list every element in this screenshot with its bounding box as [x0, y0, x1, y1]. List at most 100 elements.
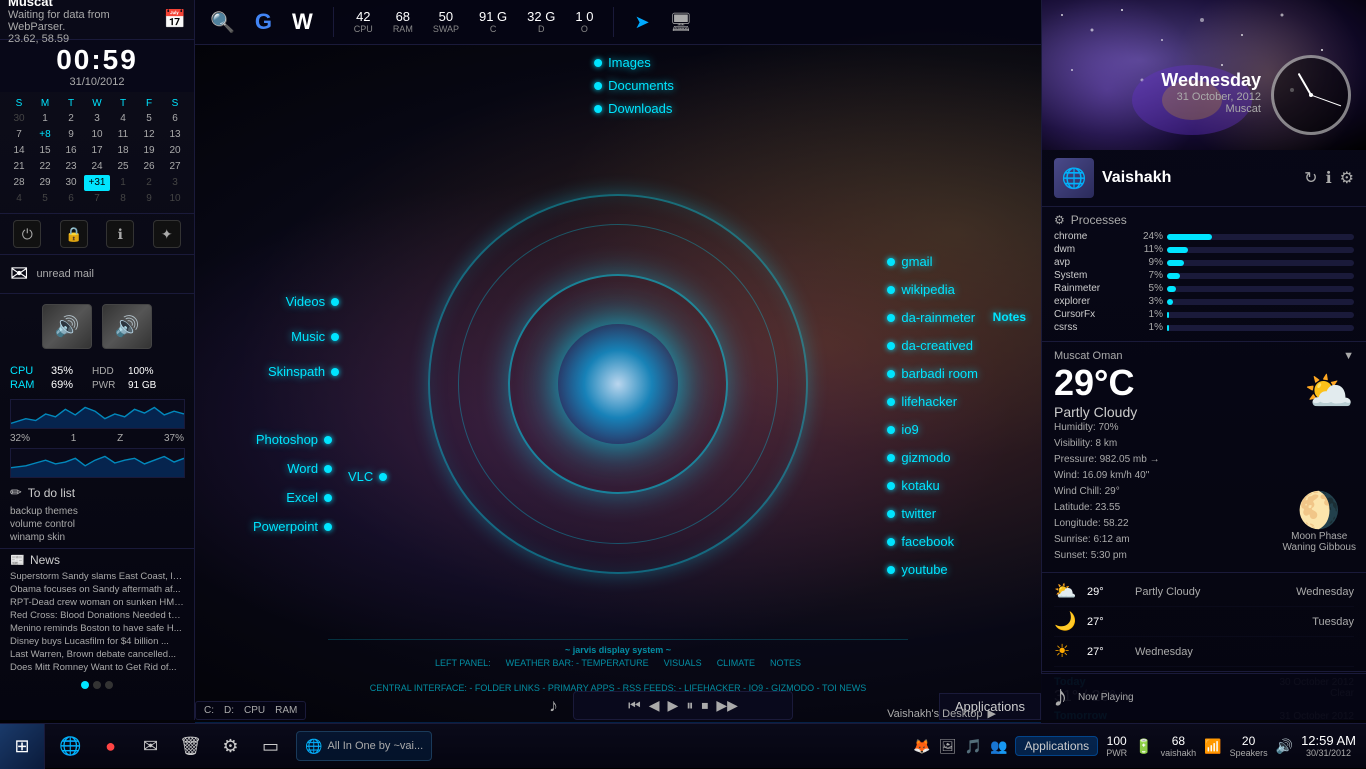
kotaku-item[interactable]: kotaku	[887, 478, 978, 493]
battery-icon[interactable]: 🔋	[1135, 738, 1152, 755]
twitter-label: twitter	[901, 506, 936, 521]
forecast-area: ⛅ 29° Partly Cloudy Wednesday 🌙 27° Tues…	[1042, 572, 1366, 671]
active-app-button[interactable]: 🌐 All In One by ~vai...	[296, 731, 432, 761]
news-list: Superstorm Sandy slams East Coast, le...…	[10, 570, 184, 674]
controls-row: ⏻ 🔒 ℹ ✦	[0, 213, 194, 255]
proc-chrome: chrome 24%	[1054, 231, 1354, 242]
google-icon[interactable]: G	[255, 9, 272, 35]
taskbar-icon-circle[interactable]: ●	[93, 729, 128, 764]
settings-button[interactable]: ✦	[153, 220, 181, 248]
skinspath-item[interactable]: Skinspath	[268, 364, 339, 379]
twitter-item[interactable]: twitter	[887, 506, 978, 521]
people-icon[interactable]: 👥	[990, 738, 1007, 755]
news-5[interactable]: Disney buys Lucasfilm for $4 billion ...	[10, 635, 184, 648]
prev-button[interactable]: ◀	[649, 697, 660, 714]
da-rainmeter-item[interactable]: da-rainmeter	[887, 310, 978, 325]
news-1[interactable]: Obama focuses on Sandy aftermath af...	[10, 583, 184, 596]
news-3[interactable]: Red Cross: Blood Donations Needed to...	[10, 609, 184, 622]
time-display: 00:59	[0, 44, 194, 76]
proc-csrss-pct: 1%	[1133, 322, 1163, 333]
news-2[interactable]: RPT-Dead crew woman on sunken HMS...	[10, 596, 184, 609]
vlc-item[interactable]: VLC	[348, 469, 387, 484]
search-icon[interactable]: 🔍	[210, 10, 235, 35]
proc-system-bar	[1167, 273, 1180, 279]
power-button[interactable]: ⏻	[13, 220, 41, 248]
wikipedia-icon[interactable]: W	[292, 9, 313, 35]
dot-3[interactable]	[105, 681, 113, 689]
taskbar-icon-mail[interactable]: ✉	[133, 729, 168, 764]
documents-item[interactable]: Documents	[594, 78, 674, 93]
music-item[interactable]: Music	[268, 329, 339, 344]
barbadi-dot	[887, 370, 895, 378]
pwr-val: 100	[1106, 734, 1127, 748]
gmail-item[interactable]: gmail	[887, 254, 978, 269]
excel-label: Excel	[286, 490, 318, 505]
news-4[interactable]: Menino reminds Boston to have safe H...	[10, 622, 184, 635]
images-item[interactable]: Images	[594, 55, 651, 70]
powerpoint-dot	[324, 523, 332, 531]
weather-pressure: Pressure: 982.05 mb →	[1054, 452, 1354, 468]
news-6[interactable]: Last Warren, Brown debate cancelled...	[10, 648, 184, 661]
next-button[interactable]: ▶▶	[716, 697, 738, 714]
system-time[interactable]: 12:59 AM 30/31/2012	[1301, 733, 1356, 759]
date-info: Wednesday 31 October, 2012 Muscat	[1161, 70, 1261, 115]
pause-button[interactable]: ⏸	[686, 697, 693, 714]
refresh-icon[interactable]: ↻	[1304, 168, 1317, 188]
word-item[interactable]: Word	[253, 461, 332, 476]
d-drive-stat: 32 G D	[527, 9, 555, 35]
weather-dropdown-icon[interactable]: ▼	[1343, 350, 1354, 362]
calendar-icon[interactable]: 📅	[164, 9, 186, 30]
music-systray-icon[interactable]: 🎵	[965, 738, 982, 755]
processes-label: Processes	[1071, 213, 1127, 227]
calendar: SMTWTFS 30123456 7+8910111213 1415161718…	[0, 92, 194, 213]
taskbar-icon-settings[interactable]: ⚙	[213, 729, 248, 764]
cal-header: SMTWTFS	[6, 98, 188, 109]
taskbar-icon-browser[interactable]: 🌐	[53, 729, 88, 764]
news-7[interactable]: Does Mitt Romney Want to Get Rid of...	[10, 661, 184, 674]
videos-item[interactable]: Videos	[268, 294, 339, 309]
gizmodo-item[interactable]: gizmodo	[887, 450, 978, 465]
ram-top-stat: 68 RAM	[393, 9, 413, 35]
lock-button[interactable]: 🔒	[60, 220, 88, 248]
excel-item[interactable]: Excel	[253, 490, 332, 505]
proc-csrss-name: csrss	[1054, 322, 1129, 333]
proc-dwm-bar	[1167, 247, 1188, 253]
wikipedia-r-item[interactable]: wikipedia	[887, 282, 978, 297]
start-button[interactable]: ⊞	[0, 724, 45, 769]
facebook-item[interactable]: facebook	[887, 534, 978, 549]
stop-button[interactable]: ⏹	[701, 697, 708, 714]
volume-icon[interactable]: 🔊	[1276, 738, 1293, 755]
now-playing-label: Now Playing	[1078, 692, 1134, 703]
news-0[interactable]: Superstorm Sandy slams East Coast, le...	[10, 570, 184, 583]
mail-area[interactable]: ✉ unread mail	[0, 255, 194, 294]
da-creatived-item[interactable]: da-creatived	[887, 338, 978, 353]
barbadi-item[interactable]: barbadi room	[887, 366, 978, 381]
youtube-item[interactable]: youtube	[887, 562, 978, 577]
cal-grid[interactable]: 30123456 7+8910111213 14151617181920 212…	[6, 111, 188, 207]
powerpoint-item[interactable]: Powerpoint	[253, 519, 332, 534]
location-name: Muscat	[1161, 103, 1261, 115]
io9-item[interactable]: io9	[887, 422, 978, 437]
rewind-button[interactable]: ⏮	[628, 697, 641, 714]
videos-dot	[331, 298, 339, 306]
dot-2[interactable]	[93, 681, 101, 689]
speakers-label: Speakers	[1230, 748, 1268, 758]
wifi-icon[interactable]: 📶	[1204, 738, 1221, 755]
downloads-item[interactable]: Downloads	[594, 101, 672, 116]
lifehacker-item[interactable]: lifehacker	[887, 394, 978, 409]
image-icon[interactable]: 🖼	[939, 738, 957, 755]
info-profile-icon[interactable]: ℹ	[1326, 168, 1332, 188]
firefox-icon[interactable]: 🦊	[913, 738, 930, 755]
info-button[interactable]: ℹ	[106, 220, 134, 248]
play-button[interactable]: ▶	[668, 697, 679, 714]
dot-1[interactable]	[81, 681, 89, 689]
photoshop-item[interactable]: Photoshop	[253, 432, 332, 447]
applications-taskbar-btn[interactable]: Applications	[1015, 736, 1098, 756]
now-playing: ♪ Now Playing	[1041, 673, 1366, 720]
settings-profile-icon[interactable]: ⚙	[1340, 168, 1354, 188]
taskbar-icon-trash[interactable]: 🗑	[173, 729, 208, 764]
monitor-icon[interactable]: 🖥	[670, 12, 693, 33]
da-rainmeter-dot	[887, 314, 895, 322]
taskbar-icon-window[interactable]: ▭	[253, 729, 288, 764]
gizmodo-dot	[887, 454, 895, 462]
